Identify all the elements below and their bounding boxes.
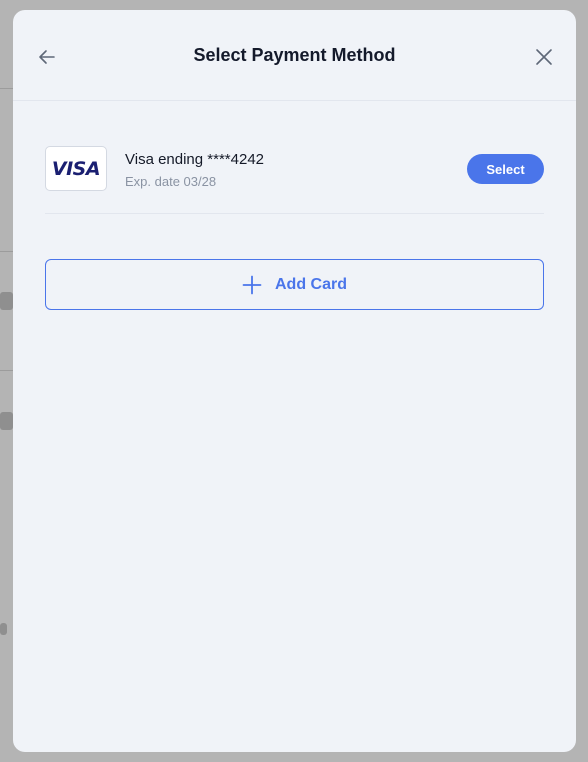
payment-method-modal: Select Payment Method VISA Visa ending *… xyxy=(13,10,576,752)
background-text-fragment xyxy=(0,412,13,430)
visa-logo: VISA xyxy=(45,146,107,191)
card-name: Visa ending ****4242 xyxy=(125,151,265,168)
payment-card-row: VISA Visa ending ****4242 Exp. date 03/2… xyxy=(45,146,544,214)
background-divider xyxy=(0,88,14,89)
close-icon xyxy=(536,49,552,65)
add-card-label: Add Card xyxy=(275,275,347,293)
close-button[interactable] xyxy=(529,42,559,72)
add-card-button[interactable]: Add Card xyxy=(45,259,544,310)
background-divider xyxy=(0,251,14,252)
plus-icon xyxy=(242,275,262,294)
modal-title: Select Payment Method xyxy=(193,45,396,65)
background-text-fragment xyxy=(0,292,13,310)
select-card-button[interactable]: Select xyxy=(467,154,544,184)
visa-logo-text: VISA xyxy=(51,157,101,180)
modal-header: Select Payment Method xyxy=(13,10,576,101)
background-text-fragment xyxy=(0,623,7,635)
card-expiry: Exp. date 03/28 xyxy=(125,174,217,189)
background-divider xyxy=(0,370,14,371)
